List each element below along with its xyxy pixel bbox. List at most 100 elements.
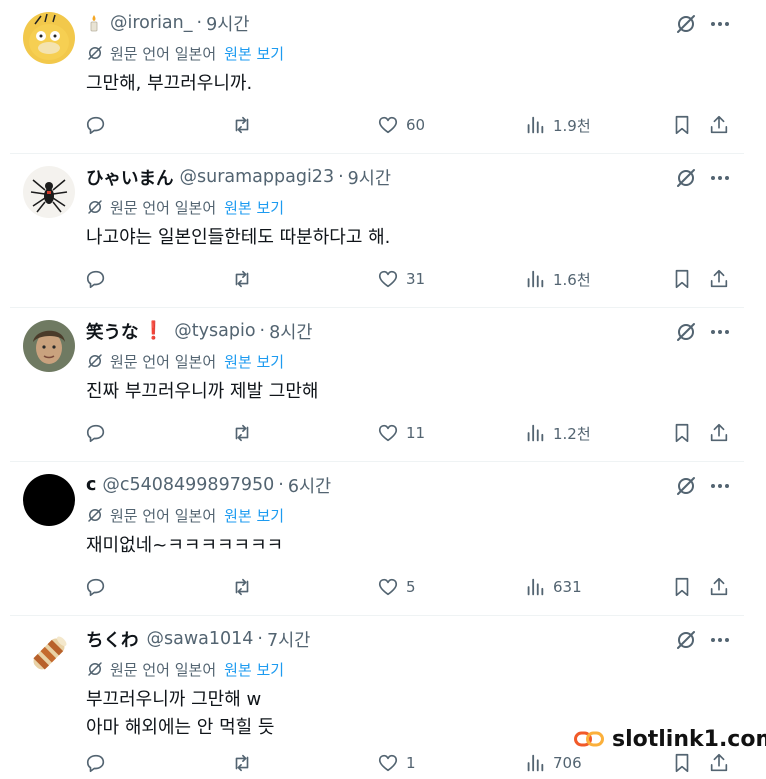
grok-icon[interactable] xyxy=(674,166,698,190)
reply-icon xyxy=(86,270,105,289)
bookmark-button[interactable] xyxy=(671,750,693,776)
timestamp[interactable]: 9시간 xyxy=(206,11,249,36)
bookmark-icon xyxy=(675,423,689,443)
handle[interactable]: @c5408499897950 xyxy=(102,475,274,495)
tweet-header: ひゃいまん @suramappagi23 · 9시간 xyxy=(86,164,391,190)
more-icon[interactable] xyxy=(708,474,732,498)
avatar[interactable] xyxy=(23,628,75,680)
like-button[interactable]: 31 xyxy=(377,266,425,292)
handle[interactable]: @irorian_ xyxy=(110,13,193,33)
bookmark-button[interactable] xyxy=(671,574,693,600)
views-button[interactable]: 631 xyxy=(524,574,582,600)
views-count: 631 xyxy=(553,578,582,596)
share-button[interactable] xyxy=(708,574,730,600)
grok-icon[interactable] xyxy=(674,474,698,498)
views-icon xyxy=(527,754,544,772)
bookmark-button[interactable] xyxy=(671,266,693,292)
show-original-link[interactable]: 원본 보기 xyxy=(224,659,284,680)
avatar[interactable] xyxy=(23,474,75,526)
retweet-button[interactable] xyxy=(231,420,253,446)
timestamp[interactable]: 8시간 xyxy=(269,319,312,344)
action-bar: 11 1.2천 xyxy=(0,420,766,446)
retweet-button[interactable] xyxy=(231,266,253,292)
like-icon xyxy=(378,270,398,288)
reply-button[interactable] xyxy=(85,420,107,446)
share-icon xyxy=(710,423,728,442)
timestamp[interactable]: 6시간 xyxy=(288,473,331,498)
retweet-button[interactable] xyxy=(231,112,253,138)
reply-button[interactable] xyxy=(85,574,107,600)
like-icon xyxy=(378,424,398,442)
translation-info: 원문 언어 일본어 원본 보기 xyxy=(86,350,284,372)
grok-icon[interactable] xyxy=(674,320,698,344)
views-button[interactable]: 1.6천 xyxy=(524,266,591,292)
avatar[interactable] xyxy=(23,166,75,218)
like-button[interactable]: 1 xyxy=(377,750,416,776)
timestamp[interactable]: 7시간 xyxy=(267,627,310,652)
bookmark-button[interactable] xyxy=(671,112,693,138)
handle[interactable]: @suramappagi23 xyxy=(180,167,335,187)
spider-avatar-image xyxy=(23,166,75,218)
separator-dot: · xyxy=(278,475,284,495)
share-button[interactable] xyxy=(708,112,730,138)
retweet-button[interactable] xyxy=(231,750,253,776)
show-original-link[interactable]: 원본 보기 xyxy=(224,505,284,526)
display-name[interactable]: ちくわ xyxy=(86,627,139,652)
grok-icon[interactable] xyxy=(674,628,698,652)
share-button[interactable] xyxy=(708,420,730,446)
like-button[interactable]: 11 xyxy=(377,420,425,446)
source-language-label: 원문 언어 일본어 xyxy=(110,352,217,371)
more-icon[interactable] xyxy=(708,320,732,344)
views-count: 706 xyxy=(553,754,582,772)
source-language-label: 원문 언어 일본어 xyxy=(110,660,217,679)
like-icon xyxy=(378,578,398,596)
more-icon[interactable] xyxy=(708,166,732,190)
tweet[interactable]: 笑うな ❗ @tysapio · 8시간 원문 언어 일본어 원본 보기 진짜 … xyxy=(0,308,766,462)
display-name[interactable]: 笑うな xyxy=(86,319,139,344)
like-button[interactable]: 60 xyxy=(377,112,425,138)
more-icon[interactable] xyxy=(708,12,732,36)
share-icon xyxy=(710,269,728,288)
views-button[interactable]: 1.9천 xyxy=(524,112,591,138)
retweet-button[interactable] xyxy=(231,574,253,600)
reply-button[interactable] xyxy=(85,750,107,776)
show-original-link[interactable]: 원본 보기 xyxy=(224,43,284,64)
like-count: 60 xyxy=(406,116,426,134)
show-original-link[interactable]: 원본 보기 xyxy=(224,197,284,218)
share-icon xyxy=(710,115,728,134)
views-button[interactable]: 706 xyxy=(524,750,582,776)
share-button[interactable] xyxy=(708,266,730,292)
tweet[interactable]: ひゃいまん @suramappagi23 · 9시간 원문 언어 일본어 원본 … xyxy=(0,154,766,308)
display-name[interactable]: c xyxy=(86,475,96,495)
like-icon xyxy=(378,754,398,772)
action-bar: 1 706 xyxy=(0,750,766,776)
views-icon xyxy=(527,578,544,596)
handle[interactable]: @tysapio xyxy=(174,321,255,341)
views-icon xyxy=(527,116,544,134)
grok-icon[interactable] xyxy=(674,12,698,36)
display-name[interactable]: ひゃいまん xyxy=(86,165,174,190)
like-count: 1 xyxy=(406,754,416,772)
tweet-text-line: 나고야는 일본인들한테도 따분하다고 해. xyxy=(86,227,391,248)
avatar[interactable] xyxy=(23,12,75,64)
share-button[interactable] xyxy=(708,750,730,776)
action-bar: 5 631 xyxy=(0,574,766,600)
avatar[interactable] xyxy=(23,320,75,372)
more-icon[interactable] xyxy=(708,628,732,652)
show-original-link[interactable]: 원본 보기 xyxy=(224,351,284,372)
candle-icon xyxy=(90,15,98,32)
views-button[interactable]: 1.2천 xyxy=(524,420,591,446)
reply-button[interactable] xyxy=(85,266,107,292)
tweet[interactable]: @irorian_ · 9시간 원문 언어 일본어 원본 보기 그만해, 부끄러… xyxy=(0,0,766,154)
bookmark-button[interactable] xyxy=(671,420,693,446)
timestamp[interactable]: 9시간 xyxy=(348,165,391,190)
psyduck-avatar-image xyxy=(23,12,75,64)
bookmark-icon xyxy=(675,269,689,289)
translate-icon xyxy=(88,508,102,522)
tweet[interactable]: c @c5408499897950 · 6시간 원문 언어 일본어 원본 보기 … xyxy=(0,462,766,616)
reply-button[interactable] xyxy=(85,112,107,138)
reply-icon xyxy=(86,424,105,443)
portrait-avatar-image xyxy=(23,320,75,372)
handle[interactable]: @sawa1014 xyxy=(147,629,254,649)
like-button[interactable]: 5 xyxy=(377,574,416,600)
